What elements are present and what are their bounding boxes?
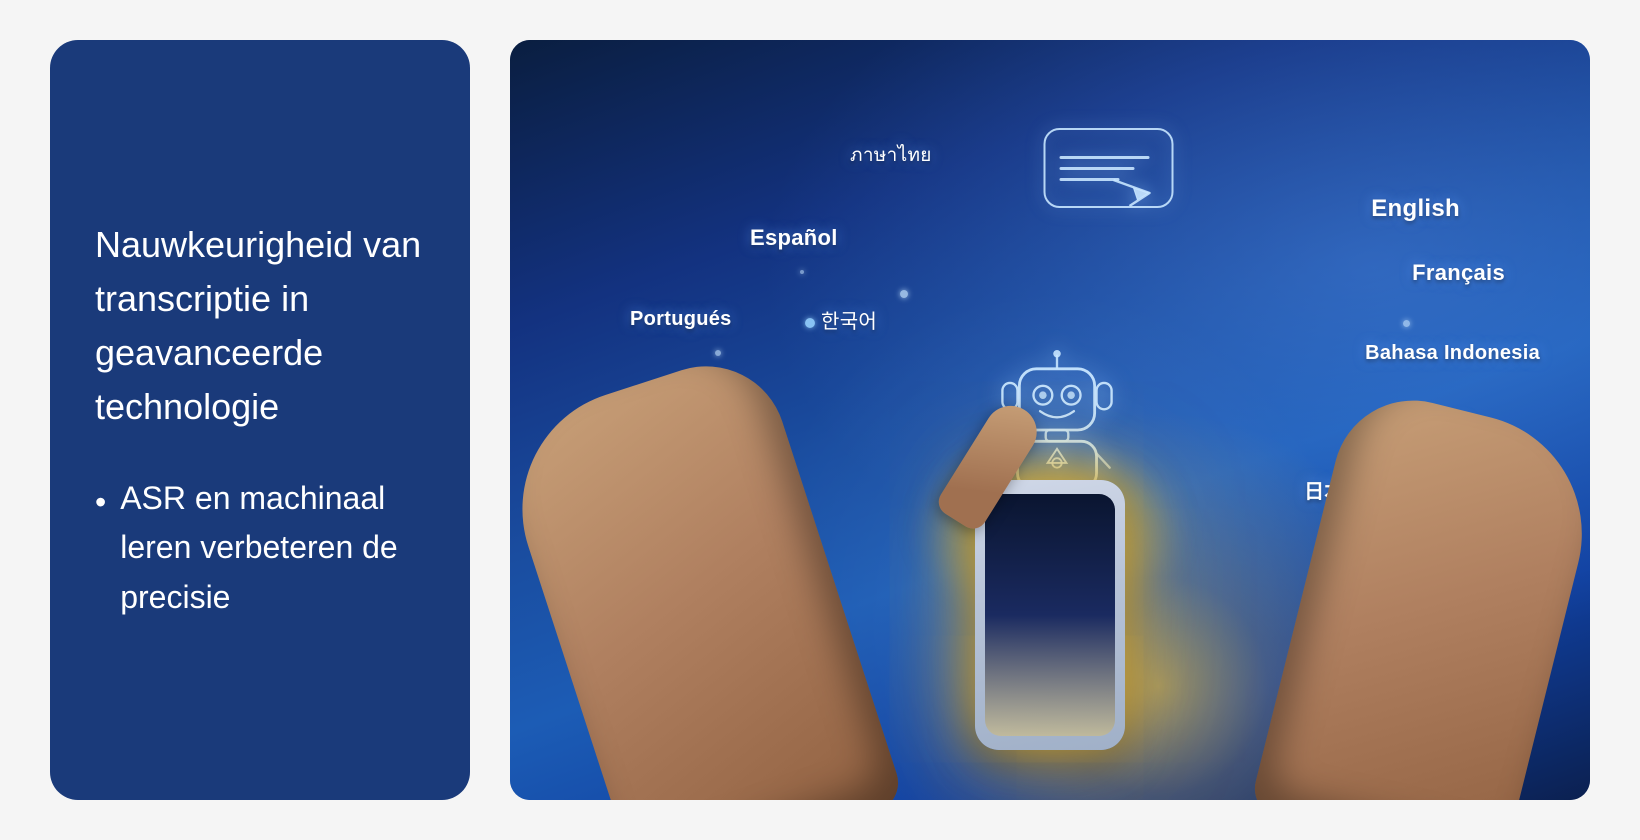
right-panel: English ภาษาไทย Español Français Portugu… [510,40,1590,800]
bullet-text: ASR en machinaal leren verbeteren de pre… [120,474,425,623]
bullet-item: • ASR en machinaal leren verbeteren de p… [95,474,425,623]
chat-arrow-svg [1112,178,1152,208]
main-title: Nauwkeurigheid van transcriptie in geava… [95,218,425,434]
phone-body [975,480,1125,750]
sparkle-5 [1403,320,1410,327]
bullet-list: • ASR en machinaal leren verbeteren de p… [95,474,425,623]
sparkle-3 [900,290,908,298]
lang-label-francais: Français [1412,260,1505,286]
sparkle-1 [715,350,721,356]
lang-label-thai: ภาษาไทย [850,140,932,170]
sparkle-6 [800,270,804,274]
slide-container: Nauwkeurigheid van transcriptie in geava… [0,0,1640,840]
lang-label-korean: 한국어 [805,305,877,334]
lang-label-espanol: Español [750,225,838,251]
lang-label-portugues: Portugués [630,308,732,331]
chat-line-3 [1060,178,1120,181]
left-panel: Nauwkeurigheid van transcriptie in geava… [50,40,470,800]
chat-line-2 [1060,167,1135,170]
chat-bubble [1044,128,1174,208]
bullet-dot: • [95,478,106,526]
chat-line-1 [1060,156,1150,159]
lang-label-english: English [1371,195,1460,223]
phone-screen [985,494,1115,736]
lang-label-bahasa: Bahasa Indonesia [1365,342,1540,365]
